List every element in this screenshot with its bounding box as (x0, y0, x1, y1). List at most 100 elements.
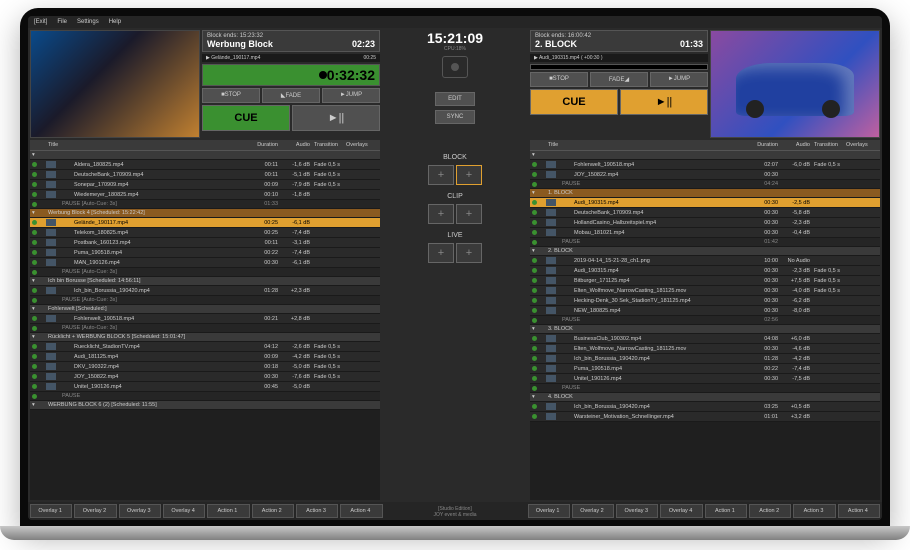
clip-row[interactable]: JOY_150822.mp400:30-7,6 dBFade 0,5 s (30, 372, 380, 382)
overlay-action-right-7[interactable]: Action 3 (793, 504, 835, 518)
play-button-right[interactable]: ►|| (620, 89, 708, 115)
overlay-action-left-7[interactable]: Action 3 (296, 504, 338, 518)
block-header[interactable]: ▾Ich bin Borusse [Scheduled: 14:56:11] (30, 277, 380, 286)
clip-row[interactable]: Fohlenwelt_190518.mp400:21+2,8 dB (30, 314, 380, 324)
clip-row[interactable]: Aldera_180825.mp400:11-1,6 dBFade 0,5 s (30, 160, 380, 170)
preview-left[interactable] (30, 30, 200, 138)
preview-right[interactable] (710, 30, 880, 138)
overlay-action-left-5[interactable]: Action 1 (207, 504, 249, 518)
clip-row[interactable]: DeutscheBank_170909.mp400:30-5,8 dB (530, 208, 880, 218)
clip-row[interactable]: Mobau_181021.mp400:30-0,4 dB (530, 228, 880, 238)
clip-row[interactable]: Ich_bin_Borussia_190420.mp401:28+2,3 dB (30, 286, 380, 296)
overlay-action-left-3[interactable]: Overlay 3 (119, 504, 161, 518)
clip-row[interactable]: Warsteiner_Motivation_Schnellinger.mp401… (530, 412, 880, 422)
block-header[interactable]: ▾2. BLOCK (530, 247, 880, 256)
add-live-left[interactable]: + (428, 243, 454, 263)
add-clip-right[interactable]: + (456, 204, 482, 224)
fade-button-right[interactable]: FADE◢ (590, 72, 648, 87)
pause-row[interactable]: PAUSE01:42 (530, 238, 880, 247)
clip-row[interactable]: Gelände_190117.mp400:25-6,1 dB (30, 218, 380, 228)
overlay-action-right-5[interactable]: Action 1 (705, 504, 747, 518)
stop-button-right[interactable]: ■STOP (530, 72, 588, 87)
add-block-right[interactable]: + (456, 165, 482, 185)
overlay-action-right-6[interactable]: Action 2 (749, 504, 791, 518)
col-duration[interactable]: Duration (246, 142, 278, 148)
clip-row[interactable]: DKV_190322.mp400:18-5,0 dBFade 0,5 s (30, 362, 380, 372)
pause-row[interactable]: PAUSE (530, 384, 880, 393)
pause-row[interactable]: PAUSE [Auto-Cue: 3s] (30, 296, 380, 305)
clip-row[interactable]: Elten_Wolfmove_NarrowCasting_181125.mov0… (530, 286, 880, 296)
block-header[interactable]: ▾1. BLOCK (530, 189, 880, 198)
clip-row[interactable]: NEW_180825.mp400:30-8,0 dB (530, 306, 880, 316)
clip-row[interactable]: Sonepar_170909.mp400:09-7,9 dBFade 0,5 s (30, 180, 380, 190)
block-header[interactable]: ▾Werbung Block 4 [Scheduled: 15:22:42] (30, 209, 380, 218)
menu-help[interactable]: Help (109, 19, 121, 25)
clip-row[interactable]: Telekom_180825.mp400:25-7,4 dB (30, 228, 380, 238)
clip-row[interactable]: Elten_Wolfmove_NarrowCasting_181125.mov0… (530, 344, 880, 354)
clip-row[interactable]: Wiedemeyer_180825.mp400:10-1,8 dB (30, 190, 380, 200)
record-button[interactable] (442, 56, 468, 78)
clip-row[interactable]: Audi_190315.mp400:30-2,5 dB (530, 198, 880, 208)
clip-row[interactable]: HollandCasino_Halbzeitspiel.mp400:30-2,3… (530, 218, 880, 228)
clip-row[interactable]: Unitel_190126.mp400:45-5,0 dB (30, 382, 380, 392)
edit-button[interactable]: EDIT (435, 92, 475, 106)
jump-button-left[interactable]: ►JUMP (322, 88, 380, 103)
clip-row[interactable]: Puma_190518.mp400:22-7,4 dB (30, 248, 380, 258)
block-header[interactable]: ▾4. BLOCK (530, 393, 880, 402)
block-header[interactable]: ▾WERBUNG BLOCK 6 (2) [Scheduled: 11:55] (30, 401, 380, 410)
add-clip-left[interactable]: + (428, 204, 454, 224)
clip-row[interactable]: Postbank_160123.mp400:11-3,1 dB (30, 238, 380, 248)
block-header[interactable]: ▾Fohlenwelt [Scheduled:] (30, 305, 380, 314)
fade-button-left[interactable]: ◣FADE (262, 88, 320, 103)
add-block-left[interactable]: + (428, 165, 454, 185)
jump-button-right[interactable]: ►JUMP (650, 72, 708, 87)
col-overlays[interactable]: Overlays (346, 142, 378, 148)
clip-row[interactable]: Puma_190518.mp400:22-7,4 dB (530, 364, 880, 374)
clip-row[interactable]: DeutscheBank_170909.mp400:11-5,1 dBFade … (30, 170, 380, 180)
clip-row[interactable]: Unitel_190126.mp400:30-7,5 dB (530, 374, 880, 384)
overlay-action-left-2[interactable]: Overlay 2 (74, 504, 116, 518)
pause-row[interactable]: PAUSE [Auto-Cue: 3s]01:33 (30, 200, 380, 209)
clip-row[interactable]: 2019-04-14_15-21-28_ch1.png10:00No Audio (530, 256, 880, 266)
overlay-action-right-3[interactable]: Overlay 3 (616, 504, 658, 518)
overlay-action-right-1[interactable]: Overlay 1 (528, 504, 570, 518)
clip-row[interactable]: Bitburger_171125.mp400:30+7,5 dBFade 0,5… (530, 276, 880, 286)
block-header[interactable]: ▾3. BLOCK (530, 325, 880, 334)
pause-row[interactable]: PAUSE (30, 392, 380, 401)
menu-file[interactable]: File (57, 19, 67, 25)
overlay-action-left-4[interactable]: Overlay 4 (163, 504, 205, 518)
menu-exit[interactable]: [Exit] (34, 19, 47, 25)
clip-row[interactable]: Ich_bin_Borussia_190420.mp403:25+0,5 dB (530, 402, 880, 412)
clip-row[interactable]: Hecking-Denk_30 Sek_StadionTV_181125.mp4… (530, 296, 880, 306)
pause-row[interactable]: PAUSE04:24 (530, 180, 880, 189)
clip-row[interactable]: Ruecklicht_StadionTV.mp404:12-2,6 dBFade… (30, 342, 380, 352)
sync-button[interactable]: SYNC (435, 110, 475, 124)
clip-row[interactable]: JOY_150822.mp400:30 (530, 170, 880, 180)
add-live-right[interactable]: + (456, 243, 482, 263)
overlay-action-right-4[interactable]: Overlay 4 (660, 504, 702, 518)
stop-button-left[interactable]: ■STOP (202, 88, 260, 103)
overlay-action-left-1[interactable]: Overlay 1 (30, 504, 72, 518)
col-audio[interactable]: Audio (278, 142, 310, 148)
overlay-action-left-8[interactable]: Action 4 (340, 504, 382, 518)
col-title[interactable]: Title (32, 142, 246, 148)
pause-row[interactable]: PAUSE [Auto-Cue: 3s] (30, 268, 380, 277)
clip-row[interactable]: MAN_190126.mp400:30-6,1 dB (30, 258, 380, 268)
overlay-action-right-8[interactable]: Action 4 (838, 504, 880, 518)
menu-settings[interactable]: Settings (77, 19, 99, 25)
col-transition[interactable]: Transition (310, 142, 346, 148)
pause-row[interactable]: PAUSE [Auto-Cue: 3s] (30, 324, 380, 333)
clip-row[interactable]: Audi_181125.mp400:09-4,2 dBFade 0,5 s (30, 352, 380, 362)
overlay-action-left-6[interactable]: Action 2 (252, 504, 294, 518)
overlay-action-right-2[interactable]: Overlay 2 (572, 504, 614, 518)
block-header[interactable]: ▾ (30, 151, 380, 160)
pause-row[interactable]: PAUSE02:56 (530, 316, 880, 325)
clip-row[interactable]: Audi_190315.mp400:30-2,3 dBFade 0,5 s (530, 266, 880, 276)
block-header[interactable]: ▾ (530, 151, 880, 160)
cue-button-left[interactable]: CUE (202, 105, 290, 131)
block-header[interactable]: ▾Rücklicht + WERBUNG BLOCK 5 [Scheduled:… (30, 333, 380, 342)
play-button-left[interactable]: ►|| (292, 105, 380, 131)
clip-row[interactable]: Ich_bin_Borussia_190420.mp401:28-4,2 dB (530, 354, 880, 364)
cue-button-right[interactable]: CUE (530, 89, 618, 115)
clip-row[interactable]: BusinessClub_190302.mp404:08+6,0 dB (530, 334, 880, 344)
